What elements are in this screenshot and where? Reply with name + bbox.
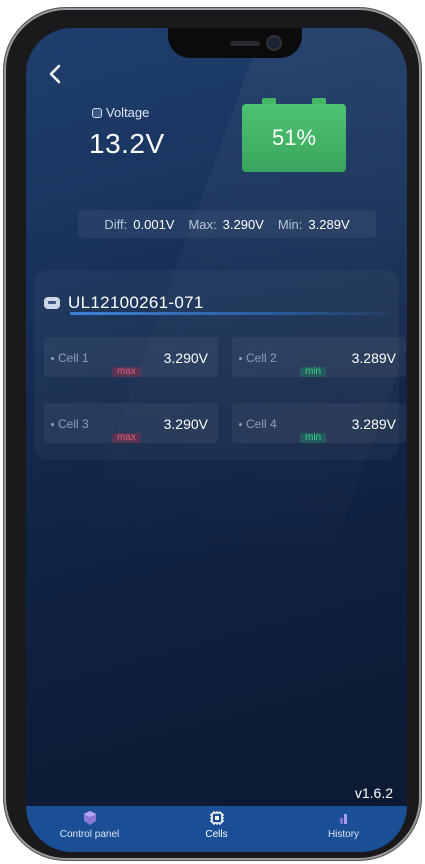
- min-badge: min: [300, 367, 327, 377]
- cells-icon: [209, 811, 224, 825]
- voltage-label: Voltage: [92, 105, 149, 120]
- cell-voltage: 3.289V: [351, 416, 396, 432]
- cell-card-2[interactable]: Cell 2 3.289V min: [232, 337, 406, 377]
- speaker-grille: [230, 41, 260, 46]
- diff-value: 0.001V: [133, 216, 175, 232]
- front-camera: [268, 37, 280, 49]
- phone-notch: [168, 28, 302, 58]
- max-value: 3.290V: [222, 216, 264, 232]
- diff-label: Diff:: [104, 216, 128, 232]
- history-icon: [339, 814, 347, 824]
- tab-label: History: [327, 829, 360, 840]
- bottom-tab-bar: Control panel Cells History: [26, 806, 407, 852]
- cell-voltage: 3.290V: [163, 416, 208, 432]
- voltage-value: 13.2V: [89, 128, 165, 159]
- tab-cells[interactable]: Cells: [153, 806, 280, 852]
- voltage-label-text: Voltage: [106, 105, 150, 120]
- app-screen: Voltage 13.2V 51% Diff: 0.001V Max: 3.290V…: [26, 28, 407, 852]
- cell-card-1[interactable]: Cell 1 3.290V max: [44, 337, 218, 377]
- tab-control-panel[interactable]: Control panel: [26, 806, 153, 852]
- pack-header: UL12100261-071: [44, 292, 384, 314]
- tab-label: Control panel: [59, 829, 120, 840]
- pack-underline: [70, 312, 390, 315]
- cell-label: Cell 1: [51, 351, 89, 365]
- control-panel-icon: [83, 811, 96, 825]
- cell-card-4[interactable]: Cell 4 3.289V min: [232, 403, 406, 443]
- max-label: Max:: [188, 216, 217, 232]
- tab-label: Cells: [205, 829, 228, 840]
- cell-label: Cell 2: [239, 351, 277, 365]
- cell-summary-bar: Diff: 0.001V Max: 3.290V Min: 3.289V: [78, 210, 376, 238]
- cell-voltage: 3.290V: [163, 350, 208, 366]
- app-version: v1.6.2: [354, 785, 393, 801]
- min-label: Min:: [277, 216, 303, 232]
- tab-history[interactable]: History: [280, 806, 407, 852]
- back-arrow-icon[interactable]: [44, 62, 68, 86]
- cell-label: Cell 4: [239, 417, 277, 431]
- cell-label: Cell 3: [51, 417, 89, 431]
- min-badge: min: [300, 433, 327, 443]
- phone-frame: Voltage 13.2V 51% Diff: 0.001V Max: 3.290V…: [4, 8, 421, 860]
- voltage-icon: [92, 107, 102, 118]
- battery-percent: 51%: [242, 104, 346, 172]
- battery-pack-icon: [44, 297, 60, 309]
- cell-card-3[interactable]: Cell 3 3.290V max: [44, 403, 218, 443]
- pack-name: UL12100261-071: [68, 293, 204, 312]
- battery-indicator: 51%: [242, 98, 346, 172]
- min-value: 3.289V: [308, 216, 350, 232]
- cell-voltage: 3.289V: [351, 350, 396, 366]
- max-badge: max: [112, 367, 141, 377]
- max-badge: max: [112, 433, 141, 443]
